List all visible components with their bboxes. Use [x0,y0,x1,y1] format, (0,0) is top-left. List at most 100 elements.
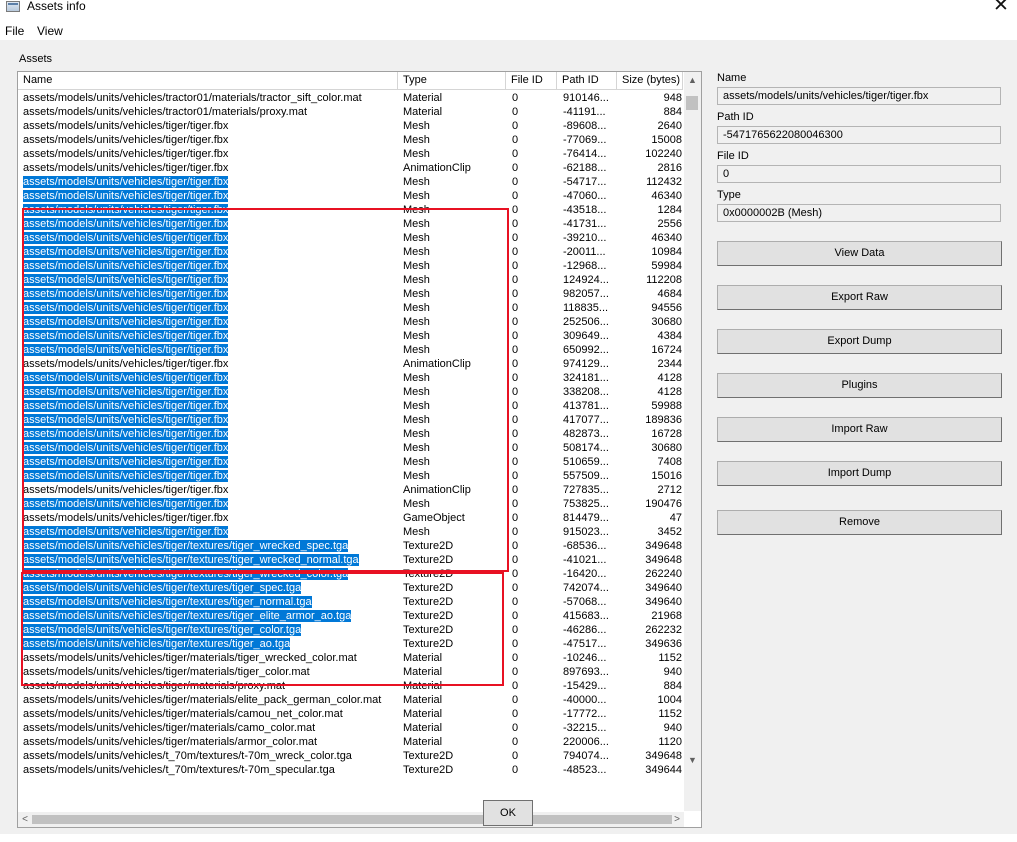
table-row[interactable]: assets/models/units/vehicles/tiger/tiger… [18,455,683,469]
cell-type: Material [403,680,443,692]
cell-type: Mesh [403,218,430,230]
column-header-size[interactable]: Size (bytes) [617,72,683,89]
export-dump-button[interactable]: Export Dump [717,329,1002,354]
vertical-scrollbar[interactable]: ▲ ▼ [684,72,701,811]
table-row[interactable]: assets/models/units/vehicles/tiger/tiger… [18,231,683,245]
table-row[interactable]: assets/models/units/vehicles/tiger/tiger… [18,175,683,189]
table-row[interactable]: assets/models/units/vehicles/tiger/textu… [18,567,683,581]
remove-button[interactable]: Remove [717,510,1002,535]
table-row[interactable]: assets/models/units/vehicles/tiger/tiger… [18,399,683,413]
cell-size: 15008 [651,134,682,146]
cell-type: Material [403,736,443,748]
table-row[interactable]: assets/models/units/vehicles/t_70m/textu… [18,749,683,763]
horizontal-scrollbar[interactable]: < > [18,812,684,827]
column-header-name[interactable]: Name [18,72,398,89]
table-row[interactable]: assets/models/units/vehicles/tiger/mater… [18,651,683,665]
table-row[interactable]: assets/models/units/vehicles/tiger/mater… [18,693,683,707]
cell-type: Texture2D [403,638,454,650]
table-row[interactable]: assets/models/units/vehicles/tiger/textu… [18,595,683,609]
table-row[interactable]: assets/models/units/vehicles/tiger/tiger… [18,343,683,357]
table-row[interactable]: assets/models/units/vehicles/tiger/mater… [18,735,683,749]
ok-button[interactable]: OK [483,800,533,826]
cell-name: assets/models/units/vehicles/tractor01/m… [23,92,362,104]
table-row[interactable]: assets/models/units/vehicles/tiger/textu… [18,581,683,595]
path-id-field[interactable]: -5471765622080046300 [717,126,1001,144]
table-row[interactable]: assets/models/units/vehicles/tiger/textu… [18,637,683,651]
cell-file-id: 0 [512,162,519,174]
scroll-down-icon[interactable]: ▼ [684,752,701,769]
table-row[interactable]: assets/models/units/vehicles/tiger/tiger… [18,189,683,203]
table-row[interactable]: assets/models/units/vehicles/tiger/tiger… [18,273,683,287]
import-raw-button[interactable]: Import Raw [717,417,1002,442]
table-row[interactable]: assets/models/units/vehicles/tiger/tiger… [18,133,683,147]
cell-name: assets/models/units/vehicles/tiger/tiger… [23,344,229,356]
cell-size: 349640 [645,596,682,608]
table-row[interactable]: assets/models/units/vehicles/tiger/mater… [18,665,683,679]
table-row[interactable]: assets/models/units/vehicles/tiger/tiger… [18,413,683,427]
table-row[interactable]: assets/models/units/vehicles/tractor01/m… [18,91,683,105]
table-row[interactable]: assets/models/units/vehicles/tiger/textu… [18,609,683,623]
table-row[interactable]: assets/models/units/vehicles/tiger/tiger… [18,469,683,483]
cell-size: 190476 [645,498,682,510]
table-row[interactable]: assets/models/units/vehicles/tiger/tiger… [18,385,683,399]
column-header-type[interactable]: Type [398,72,506,89]
cell-name: assets/models/units/vehicles/tiger/tiger… [23,358,229,370]
table-row[interactable]: assets/models/units/vehicles/tiger/mater… [18,679,683,693]
table-row[interactable]: assets/models/units/vehicles/tiger/tiger… [18,245,683,259]
table-row[interactable]: assets/models/units/vehicles/tiger/tiger… [18,203,683,217]
type-field[interactable]: 0x0000002B (Mesh) [717,204,1001,222]
cell-size: 349648 [645,750,682,762]
table-row[interactable]: assets/models/units/vehicles/tiger/tiger… [18,259,683,273]
scroll-right-icon[interactable]: > [670,812,684,827]
table-row[interactable]: assets/models/units/vehicles/tiger/mater… [18,721,683,735]
table-row[interactable]: assets/models/units/vehicles/tiger/tiger… [18,525,683,539]
plugins-button[interactable]: Plugins [717,373,1002,398]
cell-file-id: 0 [512,582,519,594]
table-row[interactable]: assets/models/units/vehicles/tiger/tiger… [18,147,683,161]
menu-bar: File View [0,23,1017,41]
table-row[interactable]: assets/models/units/vehicles/tiger/tiger… [18,427,683,441]
cell-type: Texture2D [403,596,454,608]
cell-name: assets/models/units/vehicles/t_70m/textu… [23,750,352,762]
cell-size: 189836 [645,414,682,426]
cell-path-id: 415683... [563,610,609,622]
table-row[interactable]: assets/models/units/vehicles/tiger/tiger… [18,161,683,175]
name-field[interactable]: assets/models/units/vehicles/tiger/tiger… [717,87,1001,105]
file-id-field[interactable]: 0 [717,165,1001,183]
menu-file[interactable]: File [5,24,24,38]
cell-name: assets/models/units/vehicles/tiger/tiger… [23,246,229,258]
column-header-path-id[interactable]: Path ID [557,72,617,89]
view-data-button[interactable]: View Data [717,241,1002,266]
cell-size: 15016 [651,470,682,482]
table-row[interactable]: assets/models/units/vehicles/tiger/tiger… [18,511,683,525]
table-row[interactable]: assets/models/units/vehicles/t_70m/textu… [18,763,683,777]
table-row[interactable]: assets/models/units/vehicles/tiger/tiger… [18,329,683,343]
vertical-scroll-thumb[interactable] [686,96,698,110]
table-row[interactable]: assets/models/units/vehicles/tiger/textu… [18,623,683,637]
cell-name: assets/models/units/vehicles/tiger/tiger… [23,526,229,538]
table-row[interactable]: assets/models/units/vehicles/tiger/tiger… [18,371,683,385]
import-dump-button[interactable]: Import Dump [717,461,1002,486]
cell-file-id: 0 [512,190,519,202]
horizontal-scroll-thumb[interactable] [32,815,672,824]
scroll-left-icon[interactable]: < [18,812,32,827]
table-row[interactable]: assets/models/units/vehicles/tiger/textu… [18,553,683,567]
table-row[interactable]: assets/models/units/vehicles/tiger/tiger… [18,441,683,455]
export-raw-button[interactable]: Export Raw [717,285,1002,310]
table-row[interactable]: assets/models/units/vehicles/tiger/tiger… [18,483,683,497]
column-header-file-id[interactable]: File ID [506,72,557,89]
menu-view[interactable]: View [37,24,63,38]
table-row[interactable]: assets/models/units/vehicles/tiger/tiger… [18,217,683,231]
table-row[interactable]: assets/models/units/vehicles/tiger/tiger… [18,315,683,329]
cell-type: Mesh [403,204,430,216]
table-row[interactable]: assets/models/units/vehicles/tiger/textu… [18,539,683,553]
table-row[interactable]: assets/models/units/vehicles/tiger/tiger… [18,497,683,511]
table-row[interactable]: assets/models/units/vehicles/tiger/tiger… [18,357,683,371]
scroll-up-icon[interactable]: ▲ [684,72,701,89]
table-row[interactable]: assets/models/units/vehicles/tiger/tiger… [18,119,683,133]
table-row[interactable]: assets/models/units/vehicles/tractor01/m… [18,105,683,119]
table-row[interactable]: assets/models/units/vehicles/tiger/mater… [18,707,683,721]
table-row[interactable]: assets/models/units/vehicles/tiger/tiger… [18,287,683,301]
close-icon[interactable]: ✕ [985,0,1017,18]
table-row[interactable]: assets/models/units/vehicles/tiger/tiger… [18,301,683,315]
